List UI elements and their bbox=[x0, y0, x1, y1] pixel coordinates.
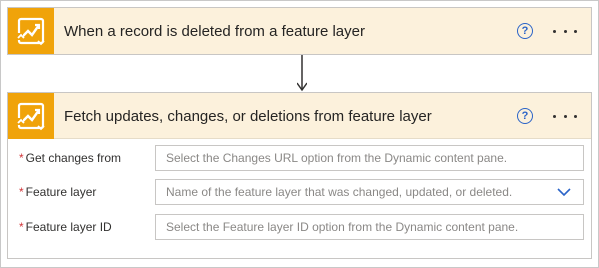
help-icon[interactable]: ? bbox=[517, 108, 533, 124]
action-card-title: Fetch updates, changes, or deletions fro… bbox=[64, 107, 432, 125]
field-label: * Feature layer ID bbox=[19, 214, 112, 240]
input-placeholder: Select the Feature layer ID option from … bbox=[166, 220, 519, 234]
field-feature-layer-id: * Feature layer ID Select the Feature la… bbox=[19, 214, 584, 242]
get-changes-from-input[interactable]: Select the Changes URL option from the D… bbox=[155, 145, 584, 171]
get-changes-from-label: Get changes from bbox=[25, 151, 122, 165]
trigger-card-title: When a record is deleted from a feature … bbox=[64, 22, 365, 40]
field-get-changes-from: * Get changes from Select the Changes UR… bbox=[19, 145, 584, 173]
required-marker: * bbox=[19, 185, 24, 199]
field-feature-layer: * Feature layer Name of the feature laye… bbox=[19, 179, 584, 207]
trigger-card-header[interactable]: When a record is deleted from a feature … bbox=[8, 8, 591, 54]
ellipsis-icon[interactable] bbox=[553, 106, 577, 126]
action-card[interactable]: Fetch updates, changes, or deletions fro… bbox=[7, 92, 592, 259]
field-label: * Feature layer bbox=[19, 179, 96, 205]
arcgis-connector-icon bbox=[8, 8, 54, 54]
action-card-header[interactable]: Fetch updates, changes, or deletions fro… bbox=[8, 93, 591, 139]
feature-layer-id-input[interactable]: Select the Feature layer ID option from … bbox=[155, 214, 584, 240]
required-marker: * bbox=[19, 220, 24, 234]
help-icon[interactable]: ? bbox=[517, 23, 533, 39]
feature-layer-label: Feature layer bbox=[25, 185, 97, 199]
input-placeholder: Select the Changes URL option from the D… bbox=[166, 151, 508, 165]
flow-canvas: When a record is deleted from a feature … bbox=[0, 0, 599, 268]
arcgis-connector-icon bbox=[8, 93, 54, 139]
required-marker: * bbox=[19, 151, 24, 165]
feature-layer-dropdown[interactable]: Name of the feature layer that was chang… bbox=[155, 179, 584, 205]
input-placeholder: Name of the feature layer that was chang… bbox=[166, 185, 513, 199]
field-label: * Get changes from bbox=[19, 145, 121, 171]
arrow-down-icon bbox=[297, 55, 307, 92]
chevron-down-icon[interactable] bbox=[557, 187, 571, 197]
trigger-card[interactable]: When a record is deleted from a feature … bbox=[7, 7, 592, 55]
ellipsis-icon[interactable] bbox=[553, 21, 577, 41]
feature-layer-id-label: Feature layer ID bbox=[25, 220, 112, 234]
